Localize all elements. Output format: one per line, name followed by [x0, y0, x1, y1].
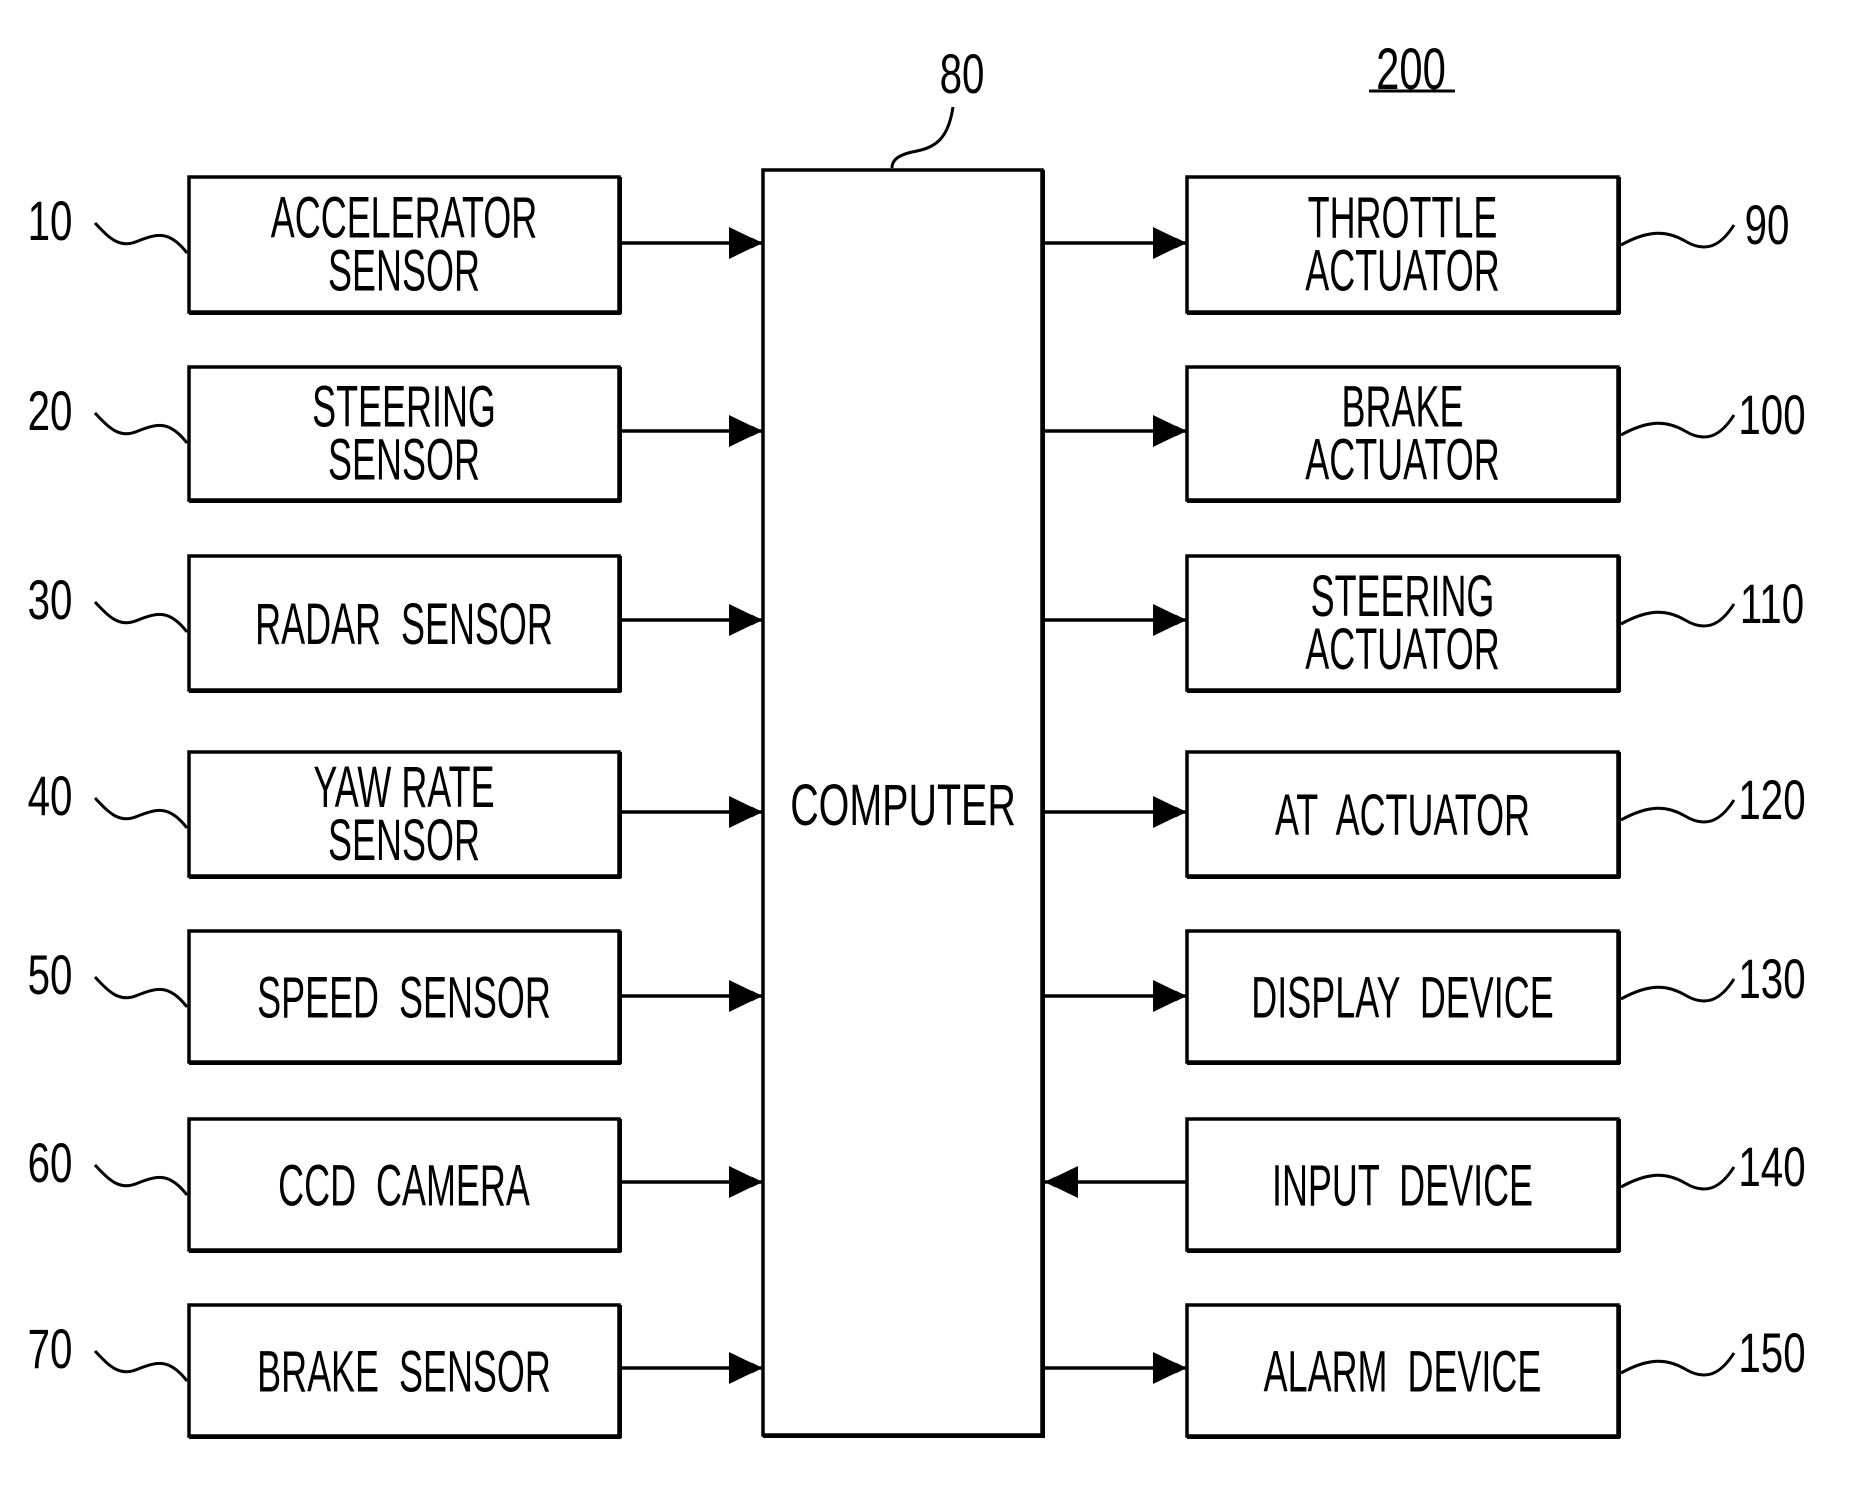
- reference-number: 120: [1738, 770, 1805, 832]
- computer-block: COMPUTER 80: [761, 44, 1045, 1438]
- reference-number: 20: [28, 381, 73, 443]
- output-block-140: INPUT DEVICE 140: [1044, 1117, 1806, 1253]
- leader-line: [1620, 799, 1736, 824]
- reference-number: 140: [1738, 1137, 1805, 1199]
- arrowhead-icon: [1153, 604, 1186, 636]
- output-block-130: DISPLAY DEVICE 130: [1045, 929, 1806, 1065]
- reference-number: 70: [28, 1319, 73, 1381]
- input-block-50: SPEED SENSOR 50: [28, 929, 763, 1065]
- leader-line: [93, 1349, 189, 1382]
- input-block-40: YAW RATESENSOR40: [28, 750, 763, 879]
- arrowhead-icon: [1153, 980, 1186, 1012]
- input-blocks: ACCELERATORSENSOR10STEERINGSENSOR20RADAR…: [28, 175, 763, 1439]
- reference-number: 110: [1740, 574, 1804, 636]
- leader-line: [93, 975, 189, 1008]
- output-block-110: STEERINGACTUATOR110: [1045, 554, 1804, 693]
- input-block-20: STEERINGSENSOR20: [28, 365, 763, 503]
- leader-line: [1620, 978, 1736, 1003]
- output-block-100: BRAKEACTUATOR100: [1045, 365, 1806, 503]
- input-block-10: ACCELERATORSENSOR10: [28, 175, 763, 315]
- leader-line: [1620, 603, 1736, 628]
- leader-line: [93, 796, 189, 829]
- arrowhead-icon: [729, 227, 762, 259]
- block-diagram: 200 COMPUTER 80 ACCELERATORSENSOR10STEER…: [28, 36, 1806, 1439]
- block-label-line: SENSOR: [328, 808, 480, 873]
- system-ref-label: 200: [1369, 36, 1455, 102]
- block-label-line: BRAKE SENSOR: [257, 1340, 551, 1405]
- block-label-line: SENSOR: [328, 239, 480, 304]
- arrowhead-icon: [729, 1166, 762, 1198]
- block-label-line: RADAR SENSOR: [255, 592, 553, 657]
- arrowhead-icon: [1153, 796, 1186, 828]
- reference-number: 60: [28, 1133, 73, 1195]
- leader-line: [93, 221, 189, 254]
- block-label-line: INPUT DEVICE: [1272, 1154, 1533, 1219]
- block-label-line: CCD CAMERA: [278, 1154, 530, 1219]
- arrowhead-icon: [1153, 227, 1186, 259]
- input-block-30: RADAR SENSOR 30: [28, 554, 763, 693]
- input-block-70: BRAKE SENSOR 70: [28, 1303, 763, 1439]
- output-block-120: AT ACTUATOR 120: [1045, 750, 1806, 879]
- arrowhead-icon: [729, 415, 762, 447]
- reference-number: 150: [1738, 1323, 1805, 1385]
- block-label-line: SENSOR: [328, 428, 480, 493]
- reference-number: 90: [1745, 195, 1790, 257]
- reference-number: 40: [28, 766, 73, 828]
- reference-number: 50: [28, 945, 73, 1007]
- reference-number: 30: [28, 570, 73, 632]
- computer-leader-line: [890, 106, 955, 169]
- arrowhead-icon: [1153, 415, 1186, 447]
- output-block-90: THROTTLEACTUATOR90: [1045, 175, 1790, 315]
- computer-label: COMPUTER: [790, 772, 1016, 837]
- arrowhead-icon: [729, 980, 762, 1012]
- arrowhead-icon: [729, 604, 762, 636]
- computer-ref-label: 80: [940, 44, 985, 106]
- block-label-line: ALARM DEVICE: [1264, 1340, 1542, 1405]
- input-block-60: CCD CAMERA 60: [28, 1117, 763, 1253]
- arrowhead-icon: [729, 796, 762, 828]
- output-blocks: THROTTLEACTUATOR90BRAKEACTUATOR100STEERI…: [1044, 175, 1806, 1439]
- output-block-150: ALARM DEVICE 150: [1045, 1303, 1806, 1439]
- leader-line: [1620, 1166, 1736, 1191]
- leader-line: [1620, 1352, 1736, 1377]
- arrowhead-icon: [1045, 1166, 1078, 1198]
- reference-number: 130: [1738, 949, 1805, 1011]
- leader-line: [93, 1163, 189, 1196]
- block-label-line: ACTUATOR: [1305, 428, 1499, 493]
- reference-number: 100: [1738, 385, 1805, 447]
- leader-line: [93, 411, 189, 444]
- arrowhead-icon: [729, 1352, 762, 1384]
- arrowhead-icon: [1153, 1352, 1186, 1384]
- block-label-line: ACTUATOR: [1305, 239, 1499, 304]
- block-label-line: SPEED SENSOR: [257, 966, 551, 1031]
- leader-line: [93, 600, 189, 633]
- block-label-line: ACTUATOR: [1305, 617, 1499, 682]
- leader-line: [1620, 414, 1736, 439]
- block-label-line: DISPLAY DEVICE: [1251, 966, 1553, 1031]
- block-label-line: AT ACTUATOR: [1275, 783, 1530, 848]
- leader-line: [1620, 224, 1736, 249]
- reference-number: 10: [28, 191, 73, 253]
